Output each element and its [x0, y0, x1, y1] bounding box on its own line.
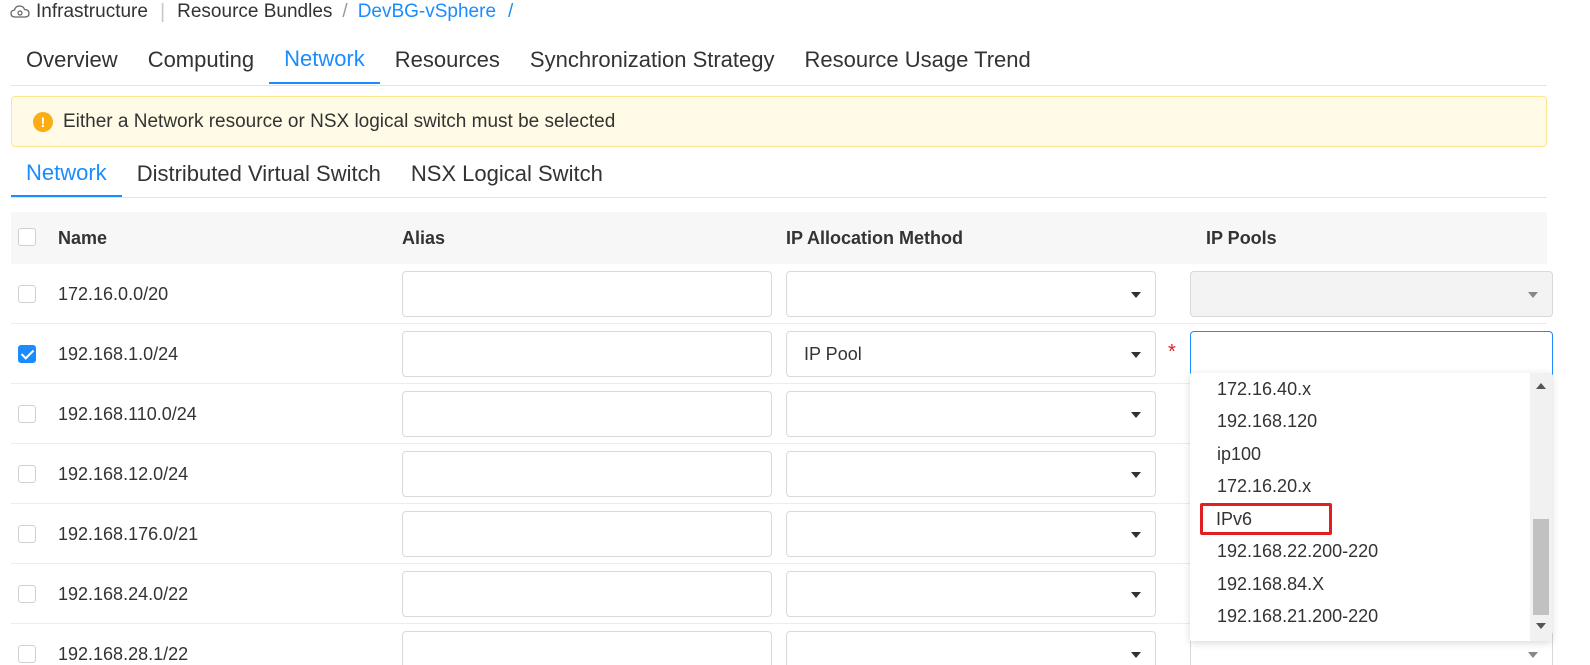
breadcrumb-resource-bundles[interactable]: Resource Bundles [177, 1, 332, 23]
dropdown-option[interactable]: 192.168.22.200-220 [1200, 535, 1520, 567]
row-checkbox[interactable] [18, 525, 36, 543]
row-checkbox[interactable] [18, 645, 36, 663]
network-name: 172.16.0.0/20 [58, 284, 169, 304]
subtab-distributed-virtual-switch[interactable]: Distributed Virtual Switch [122, 150, 396, 197]
ip-allocation-select[interactable] [786, 451, 1156, 497]
dropdown-option[interactable]: 192.168.21.200-220 [1200, 600, 1520, 632]
breadcrumb: Infrastructure | Resource Bundles / DevB… [10, 0, 513, 24]
cloud-infrastructure-icon [10, 5, 30, 18]
warning-alert: ! Either a Network resource or NSX logic… [11, 96, 1547, 147]
caret-down-icon [1528, 292, 1538, 298]
scroll-up-icon[interactable] [1536, 383, 1546, 389]
ip-allocation-select[interactable] [786, 511, 1156, 557]
required-asterisk: * [1168, 341, 1176, 363]
dropdown-option[interactable]: ip100 [1200, 438, 1520, 470]
tab-resources[interactable]: Resources [380, 36, 515, 84]
alias-input[interactable] [402, 271, 772, 317]
dropdown-option[interactable]: 192.168.120 [1200, 405, 1520, 437]
ip-allocation-select[interactable] [786, 631, 1156, 665]
ip-allocation-value: IP Pool [804, 343, 862, 364]
column-alias: Alias [402, 227, 446, 248]
scrollbar-thumb[interactable] [1533, 519, 1549, 615]
alert-message: Either a Network resource or NSX logical… [63, 110, 616, 132]
row-checkbox-checked[interactable] [18, 345, 36, 363]
ip-pools-select[interactable] [1190, 271, 1553, 317]
ip-allocation-select[interactable] [786, 271, 1156, 317]
breadcrumb-separator: / [342, 1, 348, 22]
breadcrumb-trailing-slash: / [508, 1, 514, 22]
select-all-checkbox[interactable] [18, 228, 36, 246]
breadcrumb-infrastructure[interactable]: Infrastructure [36, 1, 148, 23]
alias-input[interactable] [402, 451, 772, 497]
dropdown-option[interactable]: 192.168.84.X [1200, 568, 1520, 600]
network-name: 192.168.28.1/22 [58, 644, 189, 664]
alias-input[interactable] [402, 571, 772, 617]
breadcrumb-current[interactable]: DevBG-vSphere [358, 1, 496, 23]
caret-down-icon [1131, 352, 1141, 358]
ip-allocation-select[interactable] [786, 391, 1156, 437]
column-ip-allocation: IP Allocation Method [786, 227, 964, 248]
network-name: 192.168.12.0/24 [58, 464, 189, 484]
row-checkbox[interactable] [18, 585, 36, 603]
network-name: 192.168.110.0/24 [58, 404, 197, 424]
network-name: 192.168.1.0/24 [58, 344, 179, 364]
breadcrumb-separator: | [159, 0, 166, 23]
ip-pools-dropdown: 172.16.40.x 192.168.120 ip100 172.16.20.… [1190, 373, 1552, 641]
ip-allocation-select[interactable]: IP Pool [786, 331, 1156, 377]
alias-input[interactable] [402, 631, 772, 665]
tab-resource-usage-trend[interactable]: Resource Usage Trend [790, 36, 1046, 84]
tab-computing[interactable]: Computing [133, 36, 269, 84]
alias-input[interactable] [402, 391, 772, 437]
caret-down-icon [1528, 652, 1538, 658]
caret-down-icon [1131, 412, 1141, 418]
network-name: 192.168.24.0/22 [58, 584, 189, 604]
subtab-network[interactable]: Network [11, 150, 122, 197]
ip-allocation-select[interactable] [786, 571, 1156, 617]
row-checkbox[interactable] [18, 285, 36, 303]
caret-down-icon [1131, 472, 1141, 478]
ip-pools-select-focused[interactable] [1190, 331, 1553, 377]
main-tabs: Overview Computing Network Resources Syn… [11, 36, 1547, 86]
column-name: Name [58, 227, 108, 248]
network-name: 192.168.176.0/21 [58, 524, 199, 544]
table-row: 172.16.0.0/20 [11, 264, 1553, 324]
exclamation-icon: ! [33, 111, 53, 132]
row-checkbox[interactable] [18, 405, 36, 423]
tab-network[interactable]: Network [269, 36, 380, 84]
subtab-nsx-logical-switch[interactable]: NSX Logical Switch [396, 150, 618, 197]
caret-down-icon [1131, 652, 1141, 658]
table-header: Name Alias IP Allocation Method IP Pools [11, 212, 1547, 264]
sub-tabs: Network Distributed Virtual Switch NSX L… [11, 150, 1547, 198]
dropdown-option[interactable]: 172.16.40.x [1200, 373, 1520, 405]
alias-input[interactable] [402, 331, 772, 377]
caret-down-icon [1131, 532, 1141, 538]
dropdown-option-highlighted[interactable]: IPv6 [1200, 503, 1332, 535]
alias-input[interactable] [402, 511, 772, 557]
caret-down-icon [1131, 292, 1141, 298]
dropdown-option[interactable]: 172.16.20.x [1200, 470, 1520, 502]
column-ip-pools: IP Pools [1206, 227, 1277, 248]
scroll-down-icon[interactable] [1536, 623, 1546, 629]
tab-synchronization-strategy[interactable]: Synchronization Strategy [515, 36, 790, 84]
caret-down-icon [1131, 592, 1141, 598]
dropdown-scrollbar[interactable] [1530, 373, 1552, 641]
tab-overview[interactable]: Overview [11, 36, 133, 84]
row-checkbox[interactable] [18, 465, 36, 483]
